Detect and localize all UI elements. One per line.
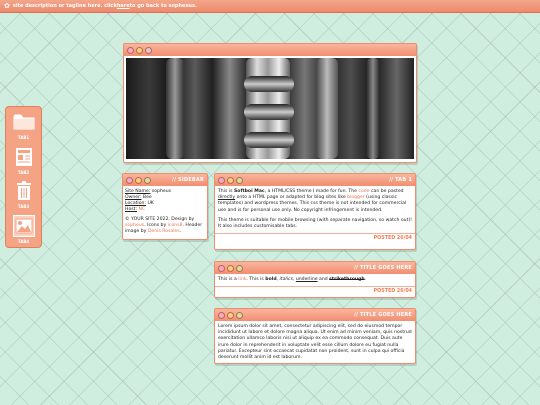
minimize-dot-icon[interactable] [227,311,234,319]
dock-item-tab1[interactable]: TAB1 [9,111,39,144]
window-titlebar [124,44,416,56]
posted-date: POSTED 26/04 [215,286,415,296]
photographer-link[interactable]: Denis Rosales [148,229,180,234]
blogger-link[interactable]: blogger [347,195,365,200]
window-title: // TITLE GOES HERE [354,312,412,318]
close-dot-icon[interactable] [218,176,225,184]
dock-label: TAB2 [17,169,30,175]
back-link[interactable]: here [117,3,130,9]
icon-dock: TAB1 TAB2 TAB3 TAB4 [5,106,42,248]
dock-label: TAB1 [17,135,30,140]
sidebar-content: Site Name: sopheus Owner: Bee Location: … [123,186,207,238]
newspaper-icon [13,146,35,168]
post-paragraph: This theme is suitable for mobile browsi… [218,217,413,229]
host-row: Host: NC [125,206,146,212]
window-titlebar: // TITLE GOES HERE [215,309,415,321]
post-body: This is a link. This is bold, italics, u… [218,277,367,282]
post-window-tab1: // TAB 1 This is Softboi Mac, a HTML/CSS… [214,173,416,250]
close-dot-icon[interactable] [218,311,225,319]
minimize-dot-icon[interactable] [227,264,234,272]
maximize-dot-icon[interactable] [236,311,243,319]
minimize-dot-icon[interactable] [135,176,142,184]
posted-date: POSTED 26/04 [215,233,415,243]
dock-item-tab2[interactable]: TAB2 [9,146,39,179]
sidebar-window: // SIDEBAR Site Name: sopheus Owner: Bee… [122,173,208,240]
post-window-2: // TITLE GOES HERE This is a link. This … [214,261,416,298]
credits: © YOUR SITE 2022. Design by sopheus. Ico… [125,216,203,234]
header-window [123,43,417,163]
dock-label: TAB4 [17,238,30,244]
minimize-dot-icon[interactable] [136,46,143,54]
window-title: // TAB 1 [389,177,412,183]
window-title: // TITLE GOES HERE [354,265,412,271]
top-bar: ✿ site description or tagline here. clic… [0,0,540,13]
designer-link[interactable]: sopheus [125,223,144,228]
close-dot-icon[interactable] [218,264,225,272]
code-link[interactable]: code [358,189,369,194]
tagline-text-after: to go back to sophesus. [129,3,197,9]
window-title: // SIDEBAR [172,177,204,183]
window-titlebar: // TITLE GOES HERE [215,262,415,274]
post-body: Lorem ipsum dolor sit amet, consectetur … [218,324,412,360]
trash-icon [13,180,35,202]
dock-item-tab3[interactable]: TAB3 [9,180,39,213]
icons-link[interactable]: icons8 [168,223,183,228]
flower-logo-icon: ✿ [4,2,10,10]
maximize-dot-icon[interactable] [236,176,243,184]
image-icon [12,214,35,237]
maximize-dot-icon[interactable] [145,46,152,54]
minimize-dot-icon[interactable] [227,176,234,184]
folder-icon [13,111,35,133]
window-titlebar: // SIDEBAR [123,174,207,186]
post-paragraph: This is Softboi Mac, a HTML/CSS theme I … [218,189,407,213]
dock-item-tab4[interactable]: TAB4 [9,214,39,248]
window-titlebar: // TAB 1 [215,174,415,186]
post-window-3: // TITLE GOES HERE Lorem ipsum dolor sit… [214,308,416,364]
dock-label: TAB3 [17,204,30,209]
close-dot-icon[interactable] [127,46,134,54]
tagline-text-before: site description or tagline here. click [12,3,117,9]
post-body: This is Softboi Mac, a HTML/CSS theme I … [215,186,415,233]
header-image [126,58,414,159]
maximize-dot-icon[interactable] [236,264,243,272]
close-dot-icon[interactable] [126,176,133,184]
maximize-dot-icon[interactable] [144,176,151,184]
